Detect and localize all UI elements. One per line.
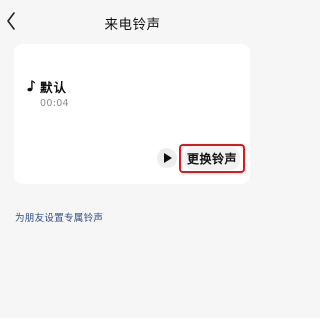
play-button[interactable]	[157, 148, 177, 168]
friend-ringtone-link[interactable]: 为朋友设置专属铃声	[15, 210, 103, 224]
change-ringtone-label: 更换铃声	[183, 147, 240, 170]
music-note-icon	[26, 79, 36, 93]
header: 来电铃声	[0, 0, 265, 44]
change-ringtone-button[interactable]: 更换铃声	[179, 144, 245, 173]
ringtone-row: 默认	[26, 77, 67, 95]
ringtone-name: 默认	[40, 79, 68, 95]
ringtone-duration: 00:04	[40, 98, 69, 109]
page-title: 来电铃声	[104, 17, 161, 33]
ringtone-card: 默认 00:04 更换铃声	[14, 44, 250, 184]
play-icon	[164, 153, 172, 163]
